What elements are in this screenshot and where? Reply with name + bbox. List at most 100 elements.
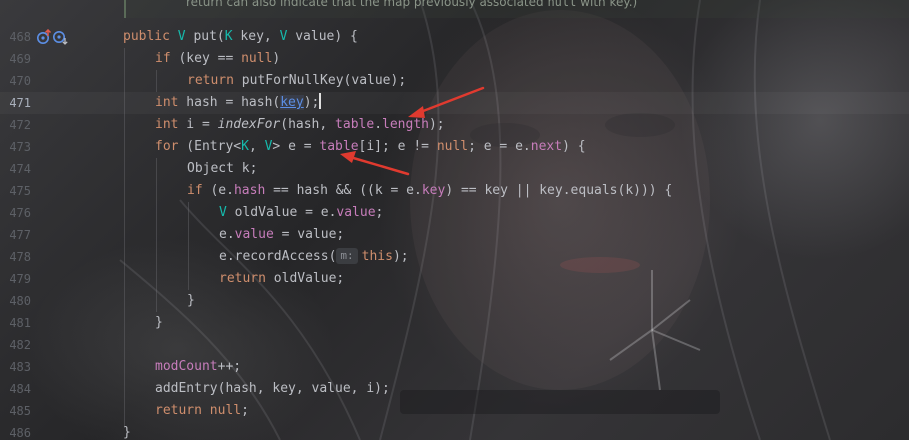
indent-guide (124, 48, 125, 428)
code-line-468[interactable]: public V put(K key, V value) { (123, 26, 358, 48)
rendered-doc-comment: return can also indicate that the map pr… (124, 0, 909, 18)
code-text: i = (178, 117, 218, 132)
code-text: } (155, 315, 163, 330)
doc-comment-text: return can also indicate that the map pr… (186, 0, 638, 9)
code-line-471[interactable]: int hash = hash(key); (155, 92, 322, 114)
keyword: if (187, 183, 203, 198)
line-number[interactable]: 475 (0, 180, 31, 202)
indent-guide (156, 158, 157, 312)
code-text: ); (428, 117, 445, 132)
keyword: int (155, 95, 179, 110)
code-line-477[interactable]: e.value = value; (219, 224, 344, 246)
type-param: V (219, 205, 227, 220)
code-text: Object k; (187, 161, 258, 176)
code-line-474[interactable]: Object k; (187, 158, 257, 180)
keyword: return (155, 403, 202, 418)
line-number[interactable]: 476 (0, 202, 31, 224)
code-line-475[interactable]: if (e.hash == hash && ((k = e.key) == ke… (187, 180, 672, 202)
field: length (382, 117, 429, 132)
code-text: ; (375, 205, 384, 220)
code-text: . (374, 117, 383, 132)
code-line-473[interactable]: for (Entry<K, V> e = table[i]; e != null… (155, 136, 586, 158)
line-number[interactable]: 472 (0, 114, 31, 136)
line-number[interactable]: 478 (0, 246, 31, 268)
keyword: return (187, 73, 234, 88)
code-line-484[interactable]: addEntry(hash, key, value, i); (155, 378, 390, 400)
keyword: return (219, 271, 266, 286)
code-line-480[interactable]: } (187, 290, 195, 312)
code-text: (hash, (280, 117, 336, 132)
recursion-icon[interactable] (52, 29, 68, 45)
line-number[interactable]: 485 (0, 400, 31, 422)
code-text: > e = (272, 139, 320, 154)
line-number[interactable]: 470 (0, 70, 31, 92)
line-number[interactable]: 483 (0, 356, 31, 378)
keyword: for (155, 139, 179, 154)
code-line-485[interactable]: return null; (155, 400, 249, 422)
line-number[interactable]: 473 (0, 136, 31, 158)
code-text: , (248, 139, 265, 154)
annotation-arrows (340, 86, 485, 176)
code-text: put( (185, 29, 225, 44)
code-line-481[interactable]: } (155, 312, 163, 334)
parameter-name-hint: m: (336, 248, 358, 264)
line-number[interactable]: 477 (0, 224, 31, 246)
code-text: ) == key || key.equals(k))) { (445, 183, 673, 198)
code-text: key, (232, 29, 280, 44)
keyword: if (155, 51, 171, 66)
type-param: K (224, 29, 233, 44)
line-number[interactable]: 480 (0, 290, 31, 312)
field: next (530, 139, 563, 154)
indent-guide (188, 202, 189, 290)
type-param: V (177, 29, 186, 44)
text-caret (319, 93, 322, 109)
code-text: = value; (273, 227, 345, 242)
keyword: null (209, 403, 242, 418)
keyword: null (436, 139, 469, 154)
code-text: ) (272, 51, 281, 66)
code-editor[interactable]: return can also indicate that the map pr… (0, 0, 909, 440)
code-text: == hash && ((k = e. (265, 183, 422, 198)
code-text: putForNullKey(value); (233, 73, 407, 88)
line-number[interactable]: 469 (0, 48, 31, 70)
code-line-483[interactable]: modCount++; (155, 356, 241, 378)
code-text: e. (219, 227, 235, 242)
line-number-current[interactable]: 471 (0, 92, 31, 114)
line-number[interactable]: 479 (0, 268, 31, 290)
code-text: ); (392, 249, 409, 264)
code-text: addEntry(hash, key, value, i); (155, 381, 390, 396)
code-line-478[interactable]: e.recordAccess(m: this); (219, 246, 409, 268)
line-number[interactable]: 468 (0, 26, 31, 48)
code-text: ++; (217, 359, 242, 374)
keyword: public (123, 29, 178, 44)
code-line-479[interactable]: return oldValue; (219, 268, 344, 290)
override-up-icon[interactable] (36, 29, 52, 45)
code-line-469[interactable]: if (key == null) (155, 48, 280, 70)
field: hash (233, 183, 266, 198)
field: value (336, 205, 376, 220)
field: modCount (155, 359, 218, 374)
line-number[interactable]: 484 (0, 378, 31, 400)
field: value (234, 227, 274, 242)
code-text: value) { (287, 29, 358, 44)
keyword: int (155, 117, 179, 132)
current-line-highlight (0, 92, 909, 114)
code-line-476[interactable]: V oldValue = e.value; (219, 202, 383, 224)
code-text: hash = hash( (178, 95, 281, 110)
code-line-470[interactable]: return putForNullKey(value); (187, 70, 406, 92)
code-text: oldValue; (265, 271, 345, 286)
line-number[interactable]: 482 (0, 334, 31, 356)
code-text: oldValue = e. (226, 205, 337, 220)
line-number[interactable]: 486 (0, 422, 31, 440)
line-number[interactable]: 481 (0, 312, 31, 334)
code-text: ; e = e. (468, 139, 531, 154)
line-number[interactable]: 474 (0, 158, 31, 180)
code-line-472[interactable]: int i = indexFor(hash, table.length); (155, 114, 445, 136)
field: key (421, 183, 446, 198)
line-number-gutter[interactable]: 468 469 470 471 472 473 474 475 476 477 … (0, 0, 40, 440)
code-text: } (123, 425, 131, 440)
code-text: [i]; e != (358, 139, 437, 154)
code-text: (e. (202, 183, 234, 198)
code-text: ); (303, 95, 320, 110)
code-line-486[interactable]: } (123, 422, 131, 440)
